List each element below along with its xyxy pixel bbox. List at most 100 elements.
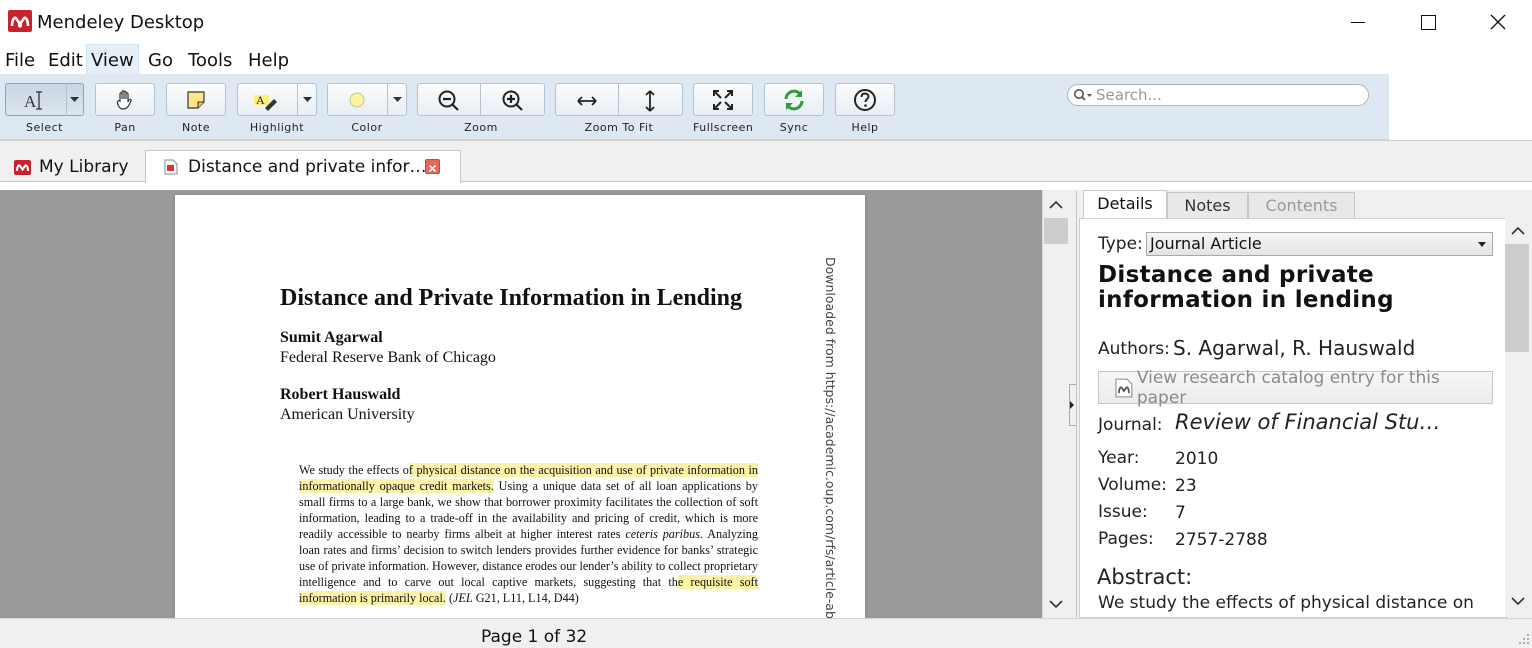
journal-value[interactable]: Review of Financial Stu… <box>1175 410 1441 434</box>
abstract-value[interactable]: We study the effects of physical distanc… <box>1098 593 1498 613</box>
resize-grip-icon[interactable] <box>1518 633 1530 645</box>
toolbar-divider <box>387 83 388 116</box>
pdf-viewer[interactable]: Distance and Private Information in Lend… <box>0 190 1042 618</box>
toolbar-divider <box>618 83 619 116</box>
download-watermark: Downloaded from https://academic.oup.com… <box>823 257 838 618</box>
fit-width-icon[interactable] <box>576 91 598 111</box>
document-title-field[interactable]: Distance and private information in lend… <box>1098 263 1428 313</box>
search-input[interactable] <box>1096 86 1364 104</box>
type-select-value: Journal Article <box>1150 234 1262 253</box>
status-bar: Page 1 of 32 <box>0 618 1532 648</box>
zoom-in-icon[interactable] <box>501 89 525 113</box>
collapse-arrow-icon <box>1070 401 1074 409</box>
search-icon <box>1074 89 1092 101</box>
fullscreen-button[interactable] <box>693 83 753 116</box>
highlight-dropdown-icon[interactable] <box>303 97 312 103</box>
zoom-label: Zoom <box>464 121 498 134</box>
sync-button[interactable] <box>764 83 824 116</box>
toolbar-divider <box>480 83 481 116</box>
zoom-out-icon[interactable] <box>437 89 461 113</box>
paper-affiliation-1: Federal Reserve Bank of Chicago <box>280 349 496 366</box>
menu-view[interactable]: View <box>86 44 139 76</box>
color-dropdown-icon[interactable] <box>393 97 402 103</box>
minimize-button[interactable] <box>1338 6 1378 38</box>
journal-label: Journal: <box>1098 415 1163 435</box>
paper-affiliation-2: American University <box>280 406 415 423</box>
details-scrollbar[interactable] <box>1505 218 1531 616</box>
viewer-scrollbar[interactable] <box>1042 190 1069 618</box>
tab-my-library[interactable]: My Library <box>14 151 129 183</box>
sync-icon <box>784 89 804 110</box>
tab-contents[interactable]: Contents <box>1248 192 1355 218</box>
issue-label: Issue: <box>1098 502 1148 522</box>
sync-label: Sync <box>779 121 809 134</box>
year-value[interactable]: 2010 <box>1175 449 1218 469</box>
tab-details[interactable]: Details <box>1083 190 1167 218</box>
pages-label: Pages: <box>1098 529 1154 549</box>
scroll-up-icon[interactable] <box>1049 200 1063 210</box>
abstract-text: ( <box>445 591 454 605</box>
note-label: Note <box>181 121 211 134</box>
view-catalog-label: View research catalog entry for this pap… <box>1136 367 1440 408</box>
menu-bar: File Edit View Go Tools Help <box>0 44 1532 76</box>
details-panel: Details Notes Contents Type: Journal Art… <box>1076 190 1532 618</box>
panel-splitter[interactable] <box>1069 190 1076 618</box>
type-select[interactable]: Journal Article <box>1146 232 1493 256</box>
hand-icon <box>116 89 132 110</box>
note-tool-button[interactable] <box>166 83 226 116</box>
color-swatch-icon <box>349 92 365 107</box>
abstract-text: G21, L11, L14, D44) <box>472 591 579 605</box>
window-title: Mendeley Desktop <box>37 12 205 33</box>
fullscreen-label: Fullscreen <box>693 121 754 134</box>
highlighter-icon: A <box>254 93 277 111</box>
document-tab-bar: My Library Distance and private infor… <box>0 140 1532 183</box>
close-window-button[interactable] <box>1478 6 1518 38</box>
select-dropdown-icon[interactable] <box>70 97 79 103</box>
paper-title: Distance and Private Information in Lend… <box>280 285 743 311</box>
help-label: Help <box>851 121 879 134</box>
zoom-to-fit-group <box>555 83 683 116</box>
scroll-down-icon[interactable] <box>1511 596 1525 606</box>
chevron-down-icon <box>1478 242 1486 247</box>
pdf-icon <box>164 159 178 175</box>
abstract-italic: ceteris paribus <box>625 527 700 541</box>
issue-value[interactable]: 7 <box>1175 503 1186 523</box>
minimize-icon <box>1351 21 1365 23</box>
pages-value[interactable]: 2757-2788 <box>1175 530 1268 550</box>
volume-value[interactable]: 23 <box>1175 476 1197 496</box>
viewer-scroll-thumb[interactable] <box>1044 218 1068 244</box>
authors-label: Authors: <box>1098 339 1170 359</box>
toolbar-divider <box>297 83 298 116</box>
authors-value[interactable]: S. Agarwal, R. Hauswald <box>1173 336 1415 360</box>
help-icon <box>854 88 876 111</box>
pan-tool-button[interactable] <box>95 83 155 116</box>
scroll-down-icon[interactable] <box>1049 599 1063 609</box>
help-button[interactable] <box>835 83 895 116</box>
abstract-label: Abstract: <box>1097 565 1193 589</box>
mendeley-logo-icon <box>8 10 32 32</box>
year-label: Year: <box>1098 448 1140 468</box>
splitter-handle[interactable] <box>1069 384 1076 426</box>
paper-abstract: We study the effects of physical distanc… <box>299 462 758 606</box>
close-tab-icon[interactable] <box>425 159 440 174</box>
svg-text:A: A <box>24 92 37 111</box>
details-scroll-thumb[interactable] <box>1505 244 1529 352</box>
details-content: Type: Journal Article Distance and priva… <box>1079 218 1507 618</box>
scroll-up-icon[interactable] <box>1511 226 1525 236</box>
maximize-button[interactable] <box>1408 6 1448 38</box>
paper-author-1: Sumit Agarwal <box>280 329 383 346</box>
volume-label: Volume: <box>1098 475 1167 495</box>
pdf-page: Distance and Private Information in Lend… <box>175 195 865 618</box>
fit-height-icon[interactable] <box>640 89 660 113</box>
tab-notes[interactable]: Notes <box>1167 192 1248 218</box>
type-label: Type: <box>1098 234 1143 254</box>
view-catalog-button[interactable]: View research catalog entry for this pap… <box>1098 368 1493 408</box>
tab-my-library-label: My Library <box>39 157 129 177</box>
toolbar-divider <box>66 83 67 116</box>
abstract-italic: JEL <box>453 591 473 605</box>
library-icon <box>14 159 31 175</box>
color-label: Color <box>351 121 383 134</box>
catalog-icon <box>1115 378 1133 397</box>
tab-document[interactable]: Distance and private infor… <box>145 150 461 183</box>
pan-label: Pan <box>114 121 136 134</box>
